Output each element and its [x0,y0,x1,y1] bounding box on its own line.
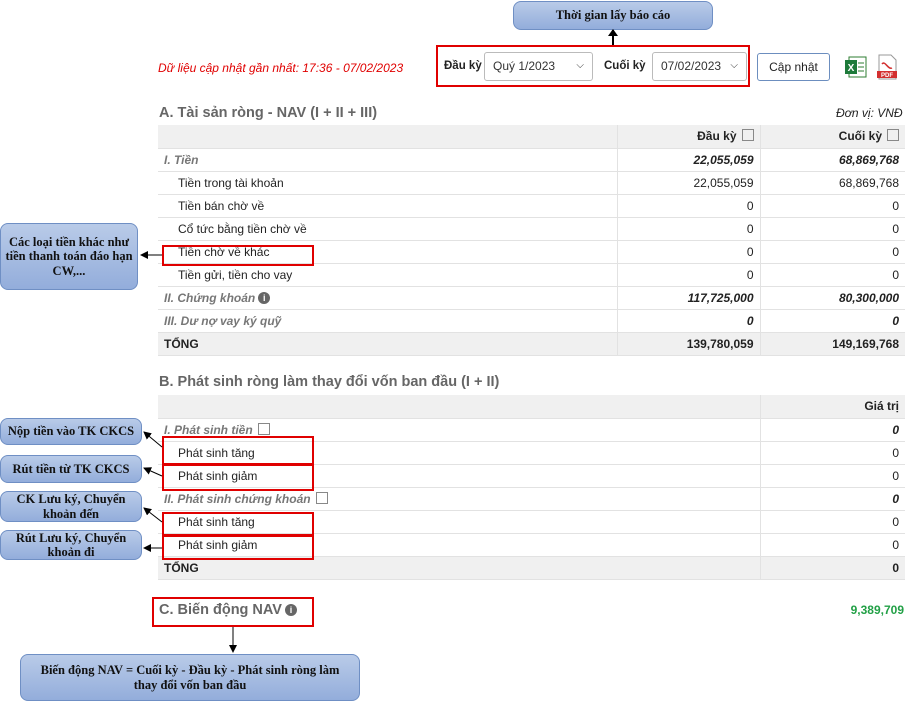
connector-arrows [140,251,237,653]
arrow-withdraw [143,467,163,477]
arrow-custody-in [143,507,163,523]
arrow-deposit [143,431,163,448]
